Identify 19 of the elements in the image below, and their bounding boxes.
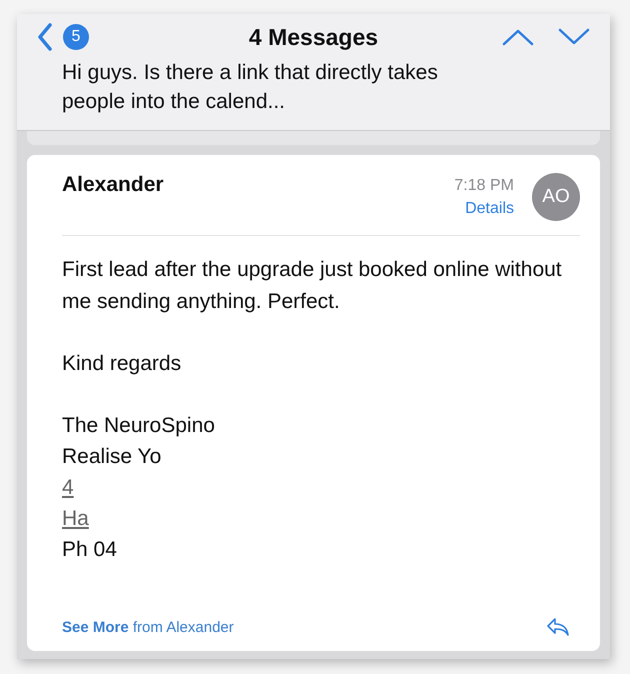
unread-badge: 5 bbox=[63, 24, 89, 50]
sender-avatar[interactable]: AO bbox=[532, 173, 580, 221]
body-paragraph: First lead after the upgrade just booked online without me sending anything. Perfect. bbox=[62, 257, 562, 315]
message-time: 7:18 PM bbox=[454, 177, 514, 195]
reply-icon[interactable] bbox=[546, 617, 570, 637]
chevron-down-icon[interactable] bbox=[558, 28, 590, 46]
thread-title: 4 Messages bbox=[248, 24, 378, 50]
chevron-up-icon[interactable] bbox=[502, 28, 534, 46]
signature-line: The NeuroSpino bbox=[62, 413, 215, 439]
back-icon[interactable] bbox=[37, 23, 53, 51]
signature-line: Realise Yo bbox=[62, 444, 162, 470]
see-more-link[interactable]: See More from Alexander bbox=[62, 618, 234, 636]
signature-line: Ha bbox=[62, 506, 89, 532]
body-paragraph: Kind regards bbox=[62, 351, 182, 377]
signature-line: Ph 04 bbox=[62, 537, 117, 563]
message-preview: Hi guys. Is there a link that directly takes people into the calend... bbox=[61, 60, 439, 115]
details-link[interactable]: Details bbox=[465, 200, 514, 218]
signature-line: 4 bbox=[62, 475, 74, 501]
sender-name: Alexander bbox=[62, 173, 165, 197]
